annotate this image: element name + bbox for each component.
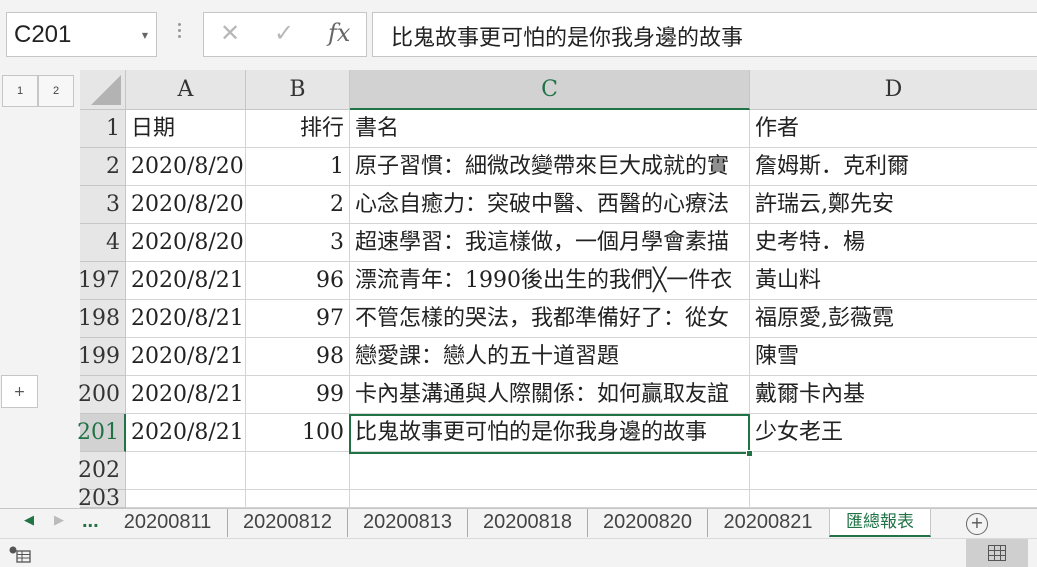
cell-c199[interactable]: 戀愛課：戀人的五十道習題 xyxy=(350,338,750,376)
cell-b203[interactable] xyxy=(246,490,350,508)
cell-b201[interactable]: 100 xyxy=(246,414,350,452)
formula-text: 比鬼故事更可怕的是你我身邊的故事 xyxy=(391,26,744,51)
sheet-tab-20200811[interactable]: 20200811 xyxy=(108,509,228,537)
cell-c202[interactable] xyxy=(350,452,750,490)
cell-d198[interactable]: 福原愛,彭薇霓 xyxy=(750,300,1037,338)
add-sheet-icon[interactable]: + xyxy=(966,513,988,535)
cell-b2[interactable]: 1 xyxy=(246,148,350,186)
cell-a1[interactable]: 日期 xyxy=(126,110,246,148)
cell-b200[interactable]: 99 xyxy=(246,376,350,414)
cell-c3[interactable]: 心念自癒力：突破中醫、西醫的心療法 xyxy=(350,186,750,224)
cell-c1[interactable]: 書名 xyxy=(350,110,750,148)
cell-b197[interactable]: 96 xyxy=(246,262,350,300)
cell-b198[interactable]: 97 xyxy=(246,300,350,338)
name-box[interactable]: C201 ▼ xyxy=(6,12,157,57)
normal-view-button[interactable] xyxy=(966,539,1028,567)
sheet-tab-20200812[interactable]: 20200812 xyxy=(228,509,348,537)
cell-d200[interactable]: 戴爾卡內基 xyxy=(750,376,1037,414)
cell-a2[interactable]: 2020/8/20 xyxy=(126,148,246,186)
row-header-201[interactable]: 201 xyxy=(77,414,126,452)
column-header-b[interactable]: B xyxy=(246,70,350,110)
cell-b3[interactable]: 2 xyxy=(246,186,350,224)
formula-bar: C201 ▼ ✕ ✓ fx 比鬼故事更可怕的是你我身邊的故事 xyxy=(0,0,1037,70)
sheet-tab-20200818[interactable]: 20200818 xyxy=(468,509,588,537)
cell-c201[interactable]: 比鬼故事更可怕的是你我身邊的故事 xyxy=(350,414,750,452)
cell-a203[interactable] xyxy=(126,490,246,508)
cell-a201[interactable]: 2020/8/21 xyxy=(126,414,246,452)
cell-d4[interactable]: 史考特．楊 xyxy=(750,224,1037,262)
more-sheets-button[interactable]: ... xyxy=(82,510,99,533)
cell-a197[interactable]: 2020/8/21 xyxy=(126,262,246,300)
row-header-2[interactable]: 2 xyxy=(80,148,126,186)
accessibility-status-icon[interactable] xyxy=(8,545,32,563)
cell-b1[interactable]: 排行 xyxy=(246,110,350,148)
cell-d203[interactable] xyxy=(750,490,1037,508)
formula-bar-resize-handle[interactable] xyxy=(174,20,184,50)
cell-d202[interactable] xyxy=(750,452,1037,490)
cell-c4[interactable]: 超速學習：我這樣做，一個月學會素描 xyxy=(350,224,750,262)
column-header-a[interactable]: A xyxy=(126,70,246,110)
normal-view-icon xyxy=(988,545,1006,561)
cell-c203[interactable] xyxy=(350,490,750,508)
cell-c2[interactable]: 原子習慣：細微改變帶來巨大成就的實 xyxy=(350,148,750,186)
row-header-202[interactable]: 202 xyxy=(78,452,126,490)
cell-c200[interactable]: 卡內基溝通與人際關係：如何贏取友誼 xyxy=(350,376,750,414)
sheet-tab-20200813[interactable]: 20200813 xyxy=(348,509,468,537)
formula-buttons: ✕ ✓ fx xyxy=(203,12,367,57)
outline-level-2-button[interactable]: 2 xyxy=(38,75,74,107)
previous-sheet-icon[interactable]: ◀ xyxy=(24,513,34,528)
cell-b4[interactable]: 3 xyxy=(246,224,350,262)
row-header-200[interactable]: 200 xyxy=(78,376,126,414)
status-bar xyxy=(0,538,1037,567)
cell-d2[interactable]: 詹姆斯．克利爾 xyxy=(750,148,1037,186)
column-header-d[interactable]: D xyxy=(750,70,1037,110)
cell-a202[interactable] xyxy=(126,452,246,490)
cell-a200[interactable]: 2020/8/21 xyxy=(126,376,246,414)
select-all-button[interactable] xyxy=(80,70,126,110)
row-header-3[interactable]: 3 xyxy=(80,186,126,224)
row-header-4[interactable]: 4 xyxy=(80,224,126,262)
next-sheet-icon[interactable]: ▶ xyxy=(54,513,64,528)
name-box-dropdown-icon[interactable]: ▼ xyxy=(142,31,148,40)
cell-d197[interactable]: 黃山料 xyxy=(750,262,1037,300)
row-header-1[interactable]: 1 xyxy=(80,110,126,148)
cell-d1[interactable]: 作者 xyxy=(750,110,1037,148)
sheet-tab-20200820[interactable]: 20200820 xyxy=(588,509,708,537)
formula-input[interactable]: 比鬼故事更可怕的是你我身邊的故事 xyxy=(372,12,1037,57)
insert-function-icon[interactable]: fx xyxy=(328,19,350,47)
cancel-icon[interactable]: ✕ xyxy=(220,19,240,47)
cell-d201[interactable]: 少女老王 xyxy=(750,414,1037,452)
enter-icon[interactable]: ✓ xyxy=(274,19,294,47)
sheet-tab-bar: ◀ ▶ ... 20200811 20200812 20200813 20200… xyxy=(0,508,1037,538)
outline-level-1-button[interactable]: 1 xyxy=(2,75,38,107)
row-header-199[interactable]: 199 xyxy=(78,338,126,376)
outline-gutter: + xyxy=(0,110,80,508)
cell-d3[interactable]: 許瑞云,鄭先安 xyxy=(750,186,1037,224)
cell-a198[interactable]: 2020/8/21 xyxy=(126,300,246,338)
sheet-tab-summary[interactable]: 匯總報表 xyxy=(829,509,931,537)
cell-b202[interactable] xyxy=(246,452,350,490)
row-header-197[interactable]: 197 xyxy=(78,262,126,300)
sheet-tab-20200821[interactable]: 20200821 xyxy=(708,509,828,537)
row-header-203[interactable]: 203 xyxy=(78,486,126,511)
cell-a4[interactable]: 2020/8/20 xyxy=(126,224,246,262)
name-box-value: C201 xyxy=(14,21,72,48)
cell-c198[interactable]: 不管怎樣的哭法，我都準備好了：從女 xyxy=(350,300,750,338)
column-header-c[interactable]: C xyxy=(350,70,750,110)
cell-b199[interactable]: 98 xyxy=(246,338,350,376)
expand-group-icon[interactable]: + xyxy=(1,375,38,408)
cell-d199[interactable]: 陳雪 xyxy=(750,338,1037,376)
select-all-icon xyxy=(91,75,121,105)
cell-a199[interactable]: 2020/8/21 xyxy=(126,338,246,376)
cell-c197[interactable]: 漂流青年：1990後出生的我們╳一件衣 xyxy=(350,262,750,300)
row-header-198[interactable]: 198 xyxy=(78,300,126,338)
cell-a3[interactable]: 2020/8/20 xyxy=(126,186,246,224)
